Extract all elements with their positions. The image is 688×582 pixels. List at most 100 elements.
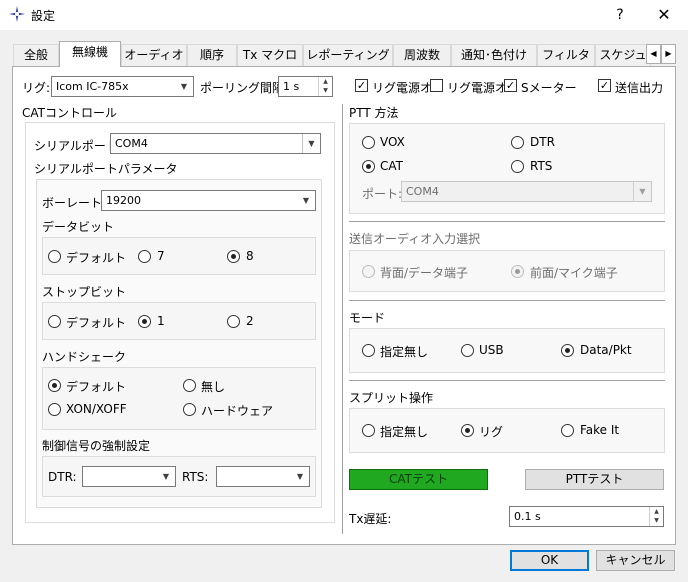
tx-power-label: 送信出力	[615, 81, 664, 95]
baud-label: ボーレート:	[42, 196, 107, 210]
audio-front-radio	[511, 265, 524, 278]
baud-select[interactable]: 19200 ▼	[101, 190, 316, 211]
mode-none-label: 指定無し	[380, 345, 429, 359]
handshake-xonxoff-radio[interactable]	[48, 403, 61, 416]
s-meter-label: Sメーター	[521, 81, 577, 95]
handshake-xonxoff-label: XON/XOFF	[66, 402, 127, 416]
databits-8-radio[interactable]	[227, 250, 240, 263]
cat-control-title: CATコントロール	[22, 106, 117, 120]
baud-value: 19200	[106, 194, 141, 207]
ptt-dtr-radio[interactable]	[511, 136, 524, 149]
cancel-button[interactable]: キャンセル	[596, 550, 675, 571]
chevron-down-icon: ▼	[180, 82, 188, 91]
tx-delay-spinbox[interactable]: 0.1 s ▲ ▼	[509, 506, 664, 527]
column-divider	[342, 104, 343, 534]
audio-rear-label: 背面/データ端子	[380, 266, 469, 280]
rig-power-on-checkbox[interactable]: ✓	[355, 79, 368, 92]
handshake-default-radio[interactable]	[48, 379, 61, 392]
stopbits-1-radio[interactable]	[138, 315, 151, 328]
chevron-down-icon: ▼	[162, 472, 170, 481]
rig-select[interactable]: Icom IC-785x ▼	[51, 76, 194, 97]
tx-delay-value: 0.1 s	[514, 510, 541, 523]
divider	[349, 221, 665, 222]
spin-arrows-icon[interactable]: ▲ ▼	[318, 77, 332, 96]
databits-default-radio[interactable]	[48, 250, 61, 263]
rig-power-on-label: リグ電源オ	[372, 81, 433, 95]
audio-front-label: 前面/マイク端子	[530, 266, 618, 280]
rts-select[interactable]: ▼	[216, 466, 310, 487]
ptt-vox-radio[interactable]	[362, 136, 375, 149]
title-bar	[0, 0, 688, 30]
rig-power-off-checkbox[interactable]	[430, 79, 443, 92]
serial-port-select[interactable]: COM4 ▼	[110, 133, 321, 154]
ptt-rts-label: RTS	[530, 159, 553, 173]
mode-usb-radio[interactable]	[461, 344, 474, 357]
split-fakeit-radio[interactable]	[561, 424, 574, 437]
ptt-test-button[interactable]: PTTテスト	[525, 469, 664, 490]
ptt-port-label: ポート:	[362, 187, 403, 201]
s-meter-checkbox[interactable]: ✓	[504, 79, 517, 92]
rig-value: Icom IC-785x	[56, 80, 129, 93]
ptt-rts-radio[interactable]	[511, 160, 524, 173]
rts-label: RTS:	[182, 470, 209, 484]
tab-radio[interactable]: 無線機	[59, 41, 121, 67]
ptt-cat-radio[interactable]	[362, 160, 375, 173]
tx-power-checkbox[interactable]: ✓	[598, 79, 611, 92]
mode-none-radio[interactable]	[362, 344, 375, 357]
tab-tx-macro[interactable]: Tx マクロ	[237, 44, 303, 66]
spin-arrows-icon[interactable]: ▲ ▼	[649, 507, 663, 526]
tab-reporting[interactable]: レポーティング	[303, 44, 393, 66]
mode-datapkt-radio[interactable]	[561, 344, 574, 357]
handshake-default-label: デフォルト	[66, 380, 127, 394]
tab-notify-color[interactable]: 通知･色付け	[451, 44, 537, 66]
ptt-dtr-label: DTR	[530, 135, 555, 149]
audio-input-title: 送信オーディオ入力選択	[349, 232, 481, 246]
tab-filter[interactable]: フィルタ	[537, 44, 595, 66]
tab-scroll-left-icon[interactable]: ◀	[646, 44, 661, 64]
split-title: スプリット操作	[349, 391, 434, 405]
databits-7-radio[interactable]	[138, 250, 151, 263]
close-button[interactable]: ✕	[652, 4, 676, 26]
divider	[349, 300, 665, 301]
polling-label: ポーリング間隔:	[200, 81, 289, 95]
dtr-select[interactable]: ▼	[82, 466, 176, 487]
polling-spinbox[interactable]: 1 s ▲ ▼	[278, 76, 333, 97]
serial-port-label: シリアルポート:	[34, 139, 122, 153]
tab-scroll-right-icon[interactable]: ▶	[661, 44, 676, 64]
cat-test-button[interactable]: CATテスト	[349, 469, 488, 490]
rig-label: リグ:	[22, 81, 51, 95]
handshake-hardware-label: ハードウェア	[201, 404, 274, 418]
help-button[interactable]: ?	[608, 4, 632, 26]
handshake-label: ハンドシェーク	[42, 350, 127, 364]
tab-schedule[interactable]: スケジュ	[595, 44, 651, 66]
chevron-down-icon: ▼	[633, 182, 651, 201]
mode-usb-label: USB	[479, 343, 504, 357]
split-none-radio[interactable]	[362, 424, 375, 437]
audio-rear-radio	[362, 265, 375, 278]
stopbits-default-label: デフォルト	[66, 316, 127, 330]
force-signal-label: 制御信号の強制設定	[42, 439, 151, 453]
tab-audio[interactable]: オーディオ	[121, 44, 187, 66]
mode-title: モード	[349, 311, 386, 325]
stopbits-2-label: 2	[246, 314, 254, 328]
chevron-down-icon: ▼	[296, 472, 304, 481]
handshake-hardware-radio[interactable]	[183, 403, 196, 416]
stopbits-default-radio[interactable]	[48, 315, 61, 328]
handshake-none-label: 無し	[201, 380, 226, 394]
tab-frequency[interactable]: 周波数	[393, 44, 451, 66]
split-rig-radio[interactable]	[461, 424, 474, 437]
app-icon	[9, 6, 25, 22]
tab-sequence[interactable]: 順序	[187, 44, 237, 66]
ptt-cat-label: CAT	[380, 159, 403, 173]
polling-value: 1 s	[283, 80, 300, 93]
ok-button[interactable]: OK	[510, 550, 589, 571]
tab-general[interactable]: 全般	[13, 44, 59, 66]
stopbits-2-radio[interactable]	[227, 315, 240, 328]
ptt-port-value: COM4	[406, 185, 439, 198]
split-fakeit-label: Fake It	[580, 423, 620, 437]
databits-default-label: デフォルト	[66, 251, 127, 265]
serial-port-value: COM4	[115, 137, 148, 150]
handshake-none-radio[interactable]	[183, 379, 196, 392]
stopbits-1-label: 1	[157, 314, 165, 328]
chevron-down-icon: ▼	[302, 196, 310, 205]
